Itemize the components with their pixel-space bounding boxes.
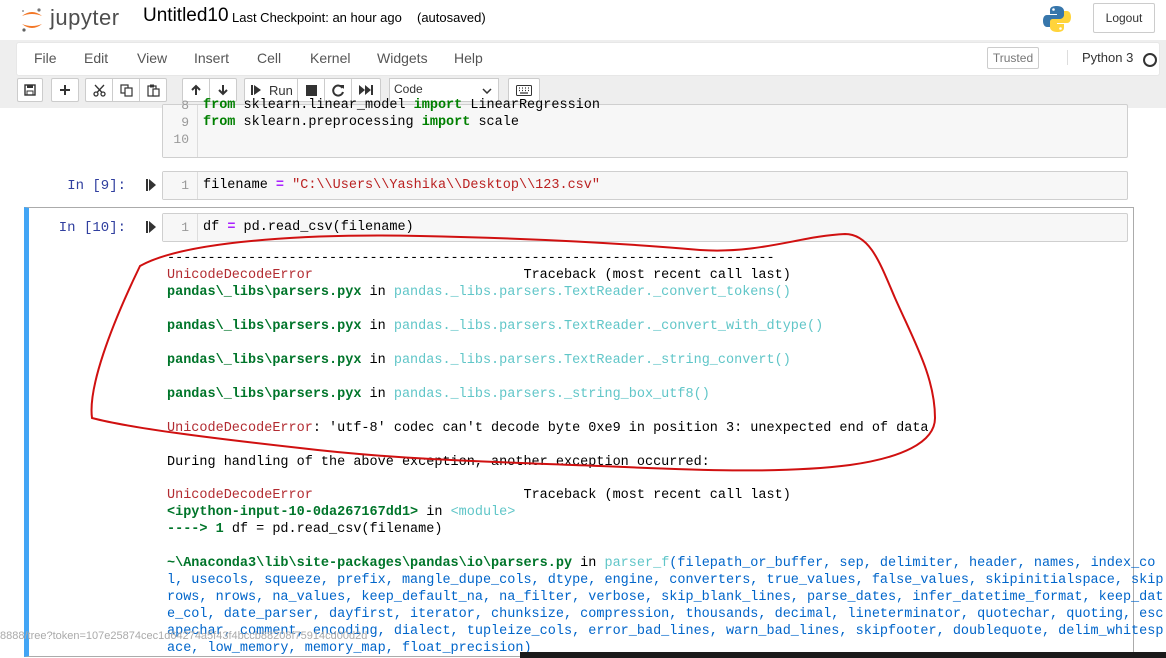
menu-bar: File Edit View Insert Cell Kernel Widget… — [16, 42, 1160, 76]
restart-icon — [331, 84, 344, 96]
menu-edit[interactable]: Edit — [84, 50, 108, 66]
menu-cell[interactable]: Cell — [257, 50, 281, 66]
last-checkpoint: Last Checkpoint: an hour ago — [232, 10, 402, 25]
jupyter-logo[interactable]: jupyter — [20, 2, 120, 34]
arrow-up-icon — [191, 84, 201, 95]
copy-button[interactable] — [112, 78, 140, 102]
red-annotation-circle — [90, 232, 937, 472]
menu-file[interactable]: File — [34, 50, 57, 66]
taskbar-strip — [520, 652, 1166, 658]
cut-icon — [92, 84, 106, 97]
menu-kernel[interactable]: Kernel — [310, 50, 350, 66]
kernel-idle-icon — [1143, 53, 1157, 67]
header: jupyter Untitled10 Last Checkpoint: an h… — [0, 0, 1166, 40]
menu-insert[interactable]: Insert — [194, 50, 229, 66]
cell-type-value: Code — [394, 82, 423, 96]
stop-icon — [305, 84, 317, 96]
save-icon — [24, 84, 36, 96]
status-url: 8888/tree?token=107e25874cec1d64274a5f43… — [0, 630, 368, 642]
kernel-name: Python 3 — [1067, 50, 1133, 65]
paste-icon — [146, 84, 160, 97]
notebook-container[interactable]: 8 9 10 from sklearn.linear_model import … — [0, 98, 1166, 658]
autosave-status: (autosaved) — [417, 10, 486, 25]
copy-icon — [119, 83, 133, 97]
menu-help[interactable]: Help — [454, 50, 483, 66]
keyboard-icon — [516, 84, 532, 96]
notebook-name[interactable]: Untitled10 — [143, 5, 229, 27]
menu-view[interactable]: View — [137, 50, 167, 66]
arrow-down-icon — [218, 85, 228, 96]
menu-widgets[interactable]: Widgets — [377, 50, 428, 66]
logout-button[interactable]: Logout — [1093, 3, 1155, 33]
jupyter-logo-text: jupyter — [50, 5, 120, 30]
run-label: Run — [269, 82, 293, 98]
chevron-down-icon — [482, 88, 492, 94]
paste-button[interactable] — [139, 78, 167, 102]
python-logo-icon — [1042, 4, 1072, 39]
plus-icon — [60, 85, 70, 95]
cut-button[interactable] — [85, 78, 113, 102]
jupyter-logo-icon — [20, 6, 44, 32]
fast-forward-icon — [359, 85, 373, 95]
run-icon — [251, 85, 261, 95]
insert-cell-button[interactable] — [51, 78, 79, 102]
save-button[interactable] — [17, 78, 43, 102]
trusted-indicator[interactable]: Trusted — [987, 47, 1039, 69]
